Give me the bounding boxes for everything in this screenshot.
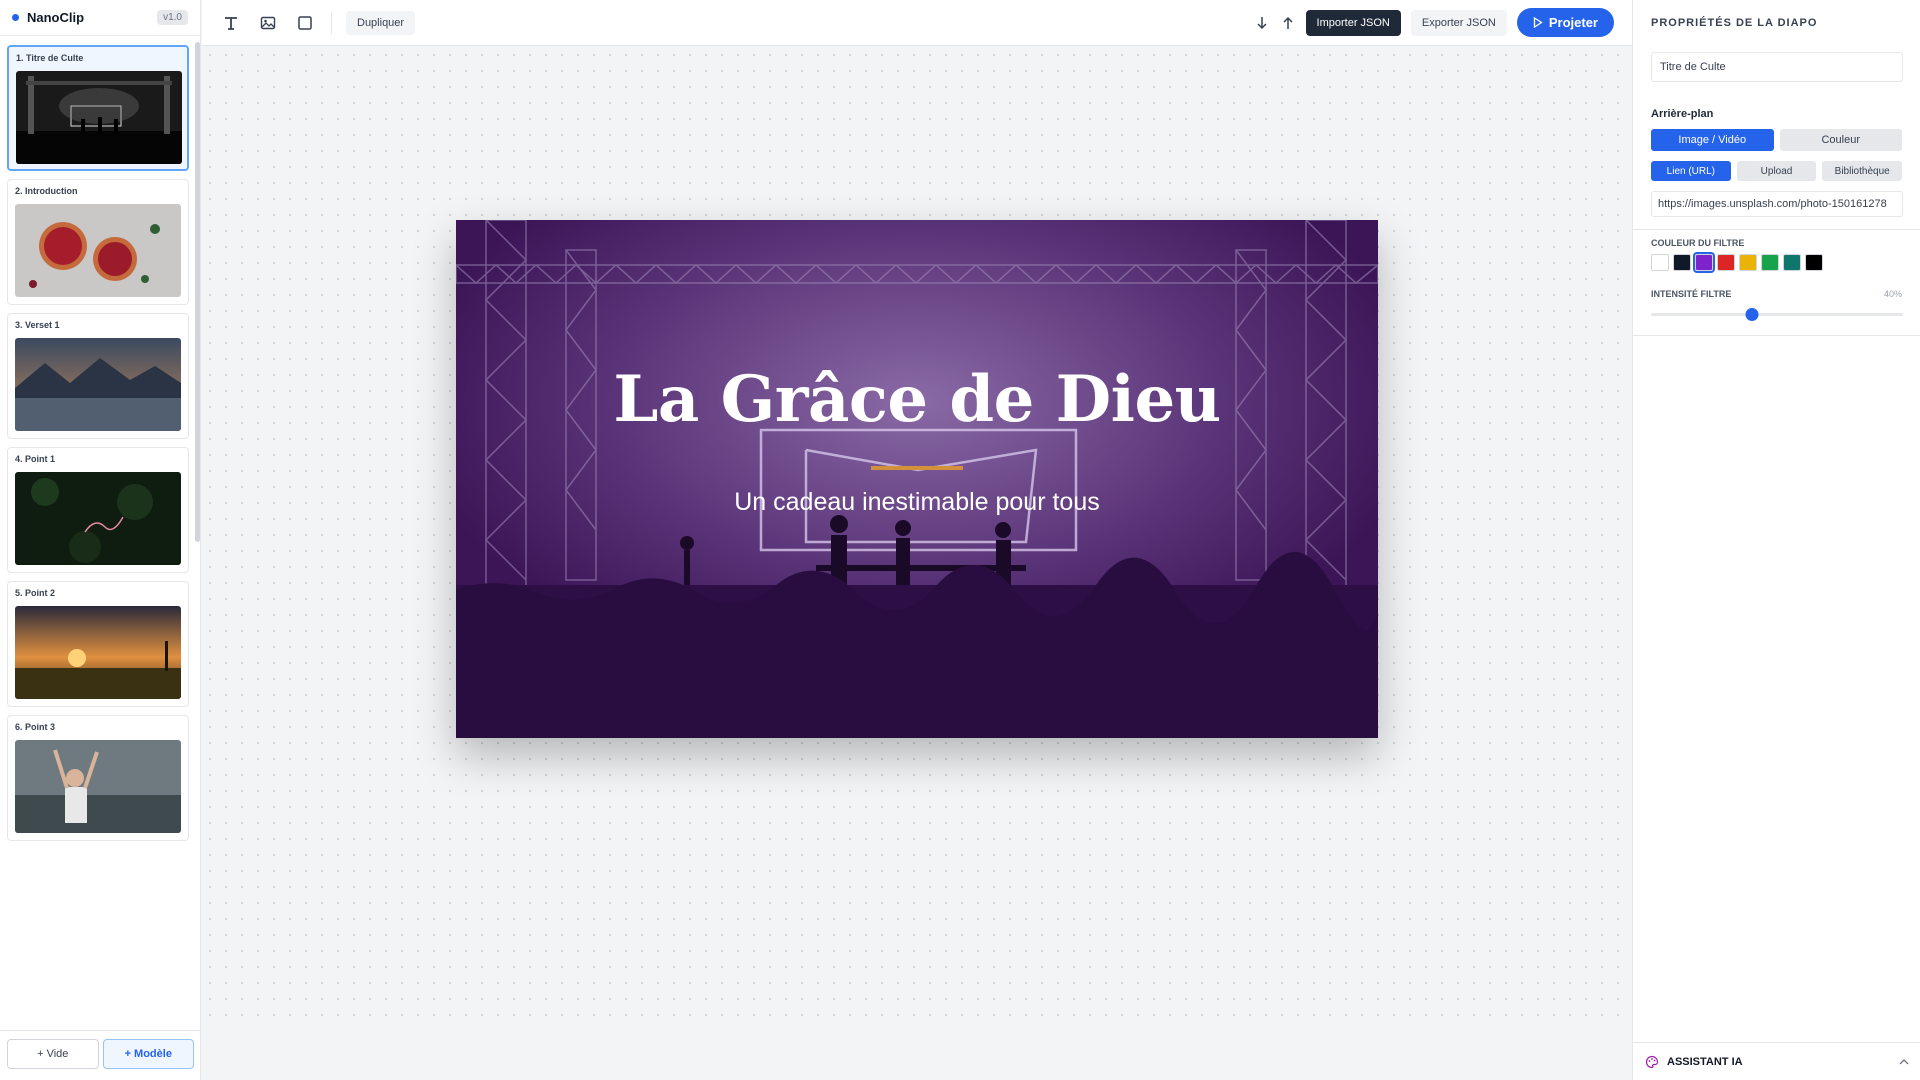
toolbar-right-group: Importer JSON Exporter JSON Projeter [1254,8,1614,37]
version-badge: v1.0 [157,10,188,25]
slide-thumbnail-1[interactable]: 1. Titre de Culte [7,45,189,171]
ai-assistant-bar[interactable]: ASSISTANT IA [1633,1042,1920,1080]
slide-thumbnail-3[interactable]: 3. Verset 1 [7,313,189,439]
brand-dot-icon [12,14,19,21]
filter-swatch-1[interactable] [1651,254,1669,271]
image-icon[interactable] [257,12,279,34]
brand-header: NanoClip v1.0 [0,0,200,36]
ai-assistant-label: ASSISTANT IA [1667,1055,1743,1068]
slide-thumbnail-5[interactable]: 5. Point 2 [7,581,189,707]
slide-label: 6. Point 3 [15,722,56,732]
background-source-toggle: Lien (URL) Upload Bibliothèque [1651,161,1903,181]
import-json-button[interactable]: Importer JSON [1305,9,1401,36]
slide-label: 4. Point 1 [15,454,56,464]
slide-thumbnail-4[interactable]: 4. Point 1 [7,447,189,573]
filter-intensity-label: INTENSITÉ FILTRE 40% [1651,289,1902,299]
sidebar-footer: + Vide + Modèle [0,1030,201,1080]
bg-type-color[interactable]: Couleur [1779,129,1902,151]
properties-panel: PROPRIÉTÉS DE LA DIAPO Titre de Culte Ar… [1632,0,1920,1080]
slide-preview-concert [16,71,182,164]
project-button[interactable]: Projeter [1516,8,1614,37]
slide-preview-sunset [15,606,181,699]
filter-intensity-label-text: INTENSITÉ FILTRE [1651,289,1732,299]
app-name: NanoClip [27,10,85,25]
arrow-down-icon[interactable] [1254,15,1270,31]
text-icon[interactable] [220,12,242,34]
filter-intensity-slider[interactable] [1651,307,1903,321]
panel-title: PROPRIÉTÉS DE LA DIAPO [1651,17,1818,29]
top-toolbar: Dupliquer Importer JSON Exporter JSON Pr… [202,0,1632,46]
slide-list-scrollbar[interactable] [195,42,200,542]
slide-preview-person [15,740,181,833]
filter-swatch-3[interactable] [1693,252,1715,273]
toolbar-separator [331,11,332,34]
slide-accent-divider [871,466,963,470]
slide-preview-foliage [15,472,181,565]
slide-label: 2. Introduction [15,186,78,196]
slide-title[interactable]: La Grâce de Dieu [456,362,1378,437]
add-template-slide-button[interactable]: + Modèle [102,1039,194,1069]
background-type-toggle: Image / Vidéo Couleur [1651,129,1902,151]
slide-label: 1. Titre de Culte [16,53,84,63]
bg-type-image-video[interactable]: Image / Vidéo [1651,129,1774,151]
editor-canvas[interactable]: La Grâce de Dieu Un cadeau inestimable p… [202,47,1632,1030]
source-upload-tab[interactable]: Upload [1736,161,1817,181]
slide-sidebar: NanoClip v1.0 1. Titre de Culte 2. Intro… [0,0,201,1080]
filter-color-label: COULEUR DU FILTRE [1651,238,1902,248]
play-icon [1533,17,1543,28]
filter-swatch-2[interactable] [1673,254,1691,271]
filter-color-label-text: COULEUR DU FILTRE [1651,238,1745,248]
slide-background-image [456,220,1378,738]
arrow-up-icon[interactable] [1280,15,1296,31]
filter-intensity-value: 40% [1883,289,1902,299]
palette-icon [1645,1055,1659,1068]
export-json-button[interactable]: Exporter JSON [1410,9,1507,36]
slide-thumbnail-2[interactable]: 2. Introduction [7,179,189,305]
slide-thumbnail-6[interactable]: 6. Point 3 [7,715,189,841]
slide-label: 5. Point 2 [15,588,56,598]
source-url-tab[interactable]: Lien (URL) [1651,161,1731,181]
chevron-up-icon[interactable] [1899,1058,1909,1065]
slide-subtitle[interactable]: Un cadeau inestimable pour tous [456,488,1378,517]
filter-swatch-8[interactable] [1805,254,1823,271]
slider-track [1651,313,1903,316]
slide-label: 3. Verset 1 [15,320,60,330]
filter-color-swatches [1651,252,1902,273]
filter-swatch-5[interactable] [1739,254,1757,271]
background-section-title: Arrière-plan [1651,108,1714,120]
background-url-input[interactable]: https://images.unsplash.com/photo-150161… [1651,191,1903,217]
slider-thumb[interactable] [1745,308,1759,321]
source-library-tab[interactable]: Bibliothèque [1822,161,1903,181]
duplicate-button[interactable]: Dupliquer [346,10,416,35]
add-empty-slide-button[interactable]: + Vide [7,1039,99,1069]
slide-list: 1. Titre de Culte 2. Introduction 3. Ver… [7,45,189,849]
panel-divider [1633,335,1920,336]
project-button-label: Projeter [1548,15,1598,30]
current-slide[interactable]: La Grâce de Dieu Un cadeau inestimable p… [456,220,1378,738]
filter-swatch-6[interactable] [1761,254,1779,271]
filter-swatch-7[interactable] [1783,254,1801,271]
shape-icon[interactable] [294,12,316,34]
slide-name-input[interactable]: Titre de Culte [1651,52,1903,82]
filter-swatch-4[interactable] [1717,254,1735,271]
panel-divider [1633,229,1920,230]
slide-preview-mountains [15,338,181,431]
slide-preview-pies [15,204,181,297]
